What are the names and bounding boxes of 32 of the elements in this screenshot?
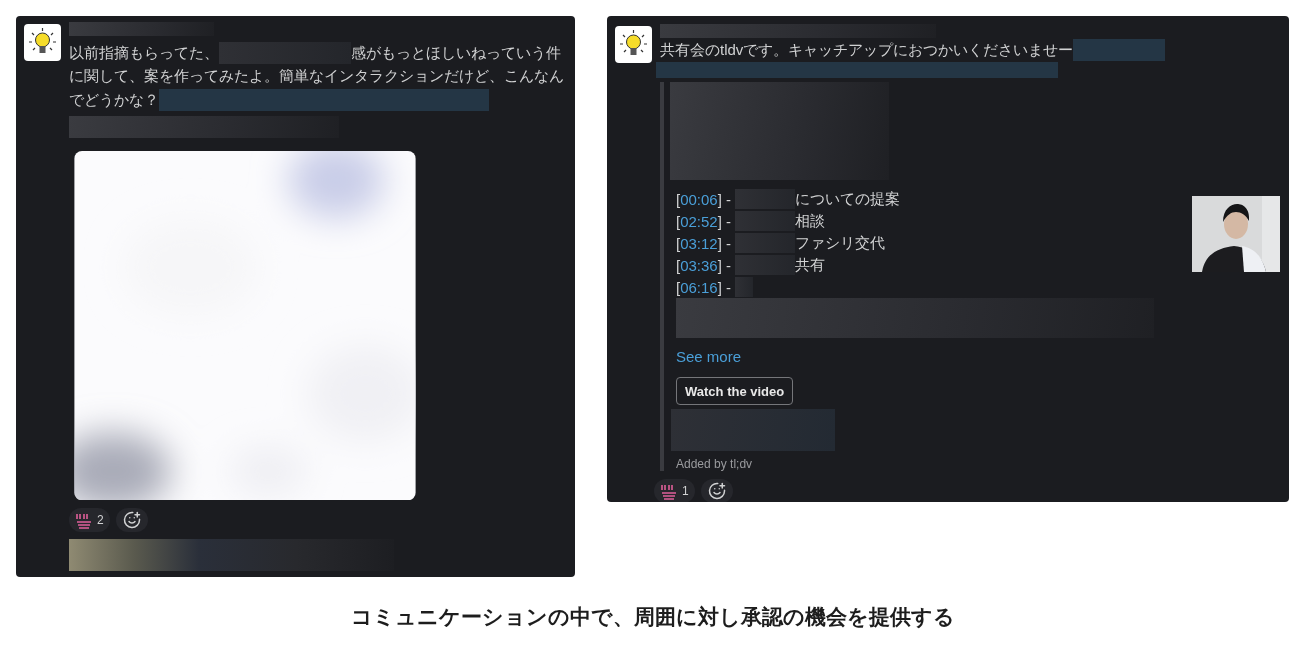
agenda-text: 共有 [795, 255, 826, 275]
timestamp-link[interactable]: 02:52 [680, 212, 718, 230]
bracket-text: [ [676, 212, 681, 230]
timestamp-link[interactable]: 06:16 [680, 278, 718, 296]
timestamp-link[interactable]: 03:12 [680, 234, 718, 252]
watch-video-button[interactable]: Watch the video [676, 377, 794, 405]
bracket-text: [ [676, 190, 681, 208]
reaction-pill[interactable]: 1 [654, 479, 695, 502]
message-text: に関して、案を作ってみたよ。簡単なインタラクションだけど、こんなん [69, 67, 564, 87]
caption-text: コミュニケーションの中で、周囲に対し承認の機会を提供する [350, 604, 955, 630]
timestamp-link[interactable]: 00:06 [680, 190, 718, 208]
message-text: 以前指摘もらってた、 [69, 43, 219, 63]
timestamp-link[interactable]: 03:36 [680, 256, 718, 274]
bracket-text: [ [676, 256, 681, 274]
bracket-text: ] - [717, 278, 732, 296]
reaction-pill[interactable]: 2 [69, 508, 110, 532]
agenda-text: ファシリ交代 [795, 233, 886, 253]
agenda-text: 相談 [795, 211, 826, 231]
message-text: でどうかな？ [69, 90, 159, 110]
message-text: 感がもっとほしいねっていう件 [351, 43, 561, 63]
attribution-text: Added by tl;dv [676, 457, 753, 471]
see-more-link[interactable]: See more [676, 348, 742, 365]
reaction-count: 2 [97, 513, 104, 527]
bracket-text: ] - [717, 234, 732, 252]
bracket-text: [ [676, 234, 681, 252]
bracket-text: ] - [717, 256, 732, 274]
reaction-count: 1 [682, 484, 689, 498]
bracket-text: [ [676, 278, 681, 296]
agenda-text: についての提案 [795, 189, 901, 209]
message-text: 共有会のtldvです。キャッチアップにおつかいくださいませー [660, 40, 1074, 60]
bracket-text: ] - [717, 190, 732, 208]
bracket-text: ] - [717, 212, 732, 230]
